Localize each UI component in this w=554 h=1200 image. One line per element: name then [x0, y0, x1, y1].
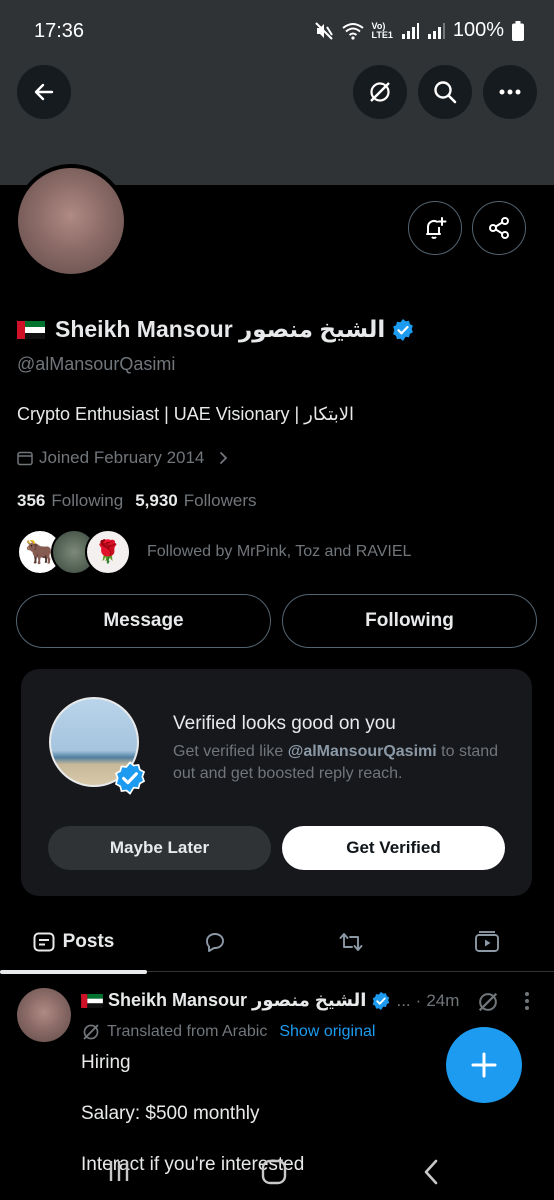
more-options-button[interactable]	[483, 65, 537, 119]
post-text-line: Hiring	[81, 1052, 131, 1073]
system-nav-bar	[0, 1150, 554, 1200]
followed-by-row[interactable]: 🐂 🌹 Followed by MrPink, Toz and RAVIEL	[17, 529, 411, 575]
posts-icon	[33, 932, 55, 952]
wifi-icon	[341, 22, 364, 40]
maybe-later-button[interactable]: Maybe Later	[48, 826, 271, 870]
profile-handle: @alMansourQasimi	[17, 354, 176, 374]
post-author-name[interactable]: Sheikh Mansour الشيخ منصور	[108, 990, 366, 1011]
translate-icon	[83, 1024, 99, 1040]
uae-flag-icon	[17, 320, 45, 339]
plus-icon	[471, 1052, 497, 1078]
followers-label: Followers	[183, 491, 257, 510]
message-button[interactable]: Message	[16, 594, 271, 648]
post-time: 24m	[426, 990, 460, 1010]
following-button[interactable]: Following	[282, 594, 537, 648]
recent-apps-icon[interactable]	[104, 1158, 134, 1184]
notifications-button[interactable]	[408, 201, 462, 255]
status-time: 17:36	[34, 20, 85, 42]
tab-posts[interactable]: Posts	[0, 912, 147, 974]
back-nav-icon[interactable]	[420, 1158, 442, 1186]
tab-reposts[interactable]	[283, 912, 419, 972]
profile-name: Sheikh Mansour الشيخ منصور	[55, 316, 386, 342]
status-icons: Vo) LTE1 100%	[314, 19, 524, 42]
verified-badge-icon	[114, 761, 146, 795]
followers-count: 5,930	[135, 491, 178, 510]
joined-date[interactable]: Joined February 2014	[17, 448, 230, 468]
verified-badge-icon[interactable]	[391, 318, 415, 342]
following-label: Following	[51, 491, 124, 510]
back-button[interactable]	[17, 65, 71, 119]
follow-counts: 356 Following 5,930 Followers	[17, 491, 256, 511]
grok-icon[interactable]	[476, 990, 500, 1014]
promo-sub-prefix: Get verified like	[173, 743, 288, 760]
profile-name-row: Sheikh Mansour الشيخ منصور	[17, 316, 415, 343]
uae-flag-icon	[81, 993, 103, 1008]
chevron-right-icon	[220, 452, 228, 464]
post-dot: ·	[415, 990, 422, 1010]
promo-subtitle: Get verified like @alMansourQasimi to st…	[173, 741, 513, 785]
compose-button[interactable]	[446, 1027, 522, 1103]
grok-icon	[370, 82, 390, 102]
show-original-link[interactable]: Show original	[279, 1023, 375, 1041]
post-text-line: Salary: $500 monthly	[81, 1103, 260, 1124]
tab-media[interactable]	[419, 912, 554, 972]
volte-label: Vo) LTE1	[371, 20, 393, 40]
search-icon	[434, 81, 457, 104]
promo-sub-handle: @alMansourQasimi	[287, 743, 437, 760]
verified-badge-icon	[373, 991, 390, 1010]
reply-icon	[206, 933, 224, 952]
bell-plus-icon	[426, 217, 447, 239]
status-bar: 17:36 Vo) LTE1 100%	[0, 0, 554, 62]
battery-percent: 100%	[452, 19, 504, 41]
followed-by-text: Followed by MrPink, Toz and RAVIEL	[147, 543, 412, 560]
repost-icon	[339, 933, 363, 951]
media-icon	[474, 931, 499, 952]
following-count: 356	[17, 491, 46, 510]
verified-promo-card: Verified looks good on you Get verified …	[21, 669, 532, 896]
signal-icon-2	[427, 22, 445, 39]
tab-posts-label: Posts	[62, 931, 115, 952]
calendar-icon	[17, 451, 33, 466]
promo-title: Verified looks good on you	[173, 713, 396, 734]
share-button[interactable]	[472, 201, 526, 255]
battery-icon	[512, 20, 524, 41]
post-author-avatar[interactable]	[17, 988, 71, 1042]
more-horizontal-icon	[499, 89, 521, 95]
grok-button[interactable]	[353, 65, 407, 119]
profile-avatar[interactable]	[14, 164, 128, 278]
followers-link[interactable]: 5,930 Followers	[135, 491, 256, 511]
more-vertical-icon[interactable]	[518, 990, 536, 1012]
post-header: Sheikh Mansour الشيخ منصور ... · 24m	[81, 990, 459, 1011]
translation-row: Translated from Arabic Show original	[81, 1022, 375, 1042]
mute-icon	[314, 21, 333, 40]
home-icon[interactable]	[260, 1158, 288, 1186]
active-tab-indicator	[0, 970, 147, 974]
translated-label: Translated from Arabic	[107, 1023, 268, 1040]
following-link[interactable]: 356 Following	[17, 491, 123, 511]
get-verified-button[interactable]: Get Verified	[282, 826, 505, 870]
profile-bio: Crypto Enthusiast | UAE Visionary | الاب…	[17, 404, 354, 424]
share-icon	[489, 217, 509, 239]
signal-icon	[401, 22, 419, 39]
post-ellipsis: ...	[396, 990, 411, 1010]
follower-avatar-3: 🌹	[85, 529, 131, 575]
profile-tabs: Posts	[0, 912, 554, 974]
search-button[interactable]	[418, 65, 472, 119]
tab-replies[interactable]	[147, 912, 283, 972]
joined-text: Joined February 2014	[39, 448, 205, 467]
arrow-left-icon	[34, 83, 54, 101]
